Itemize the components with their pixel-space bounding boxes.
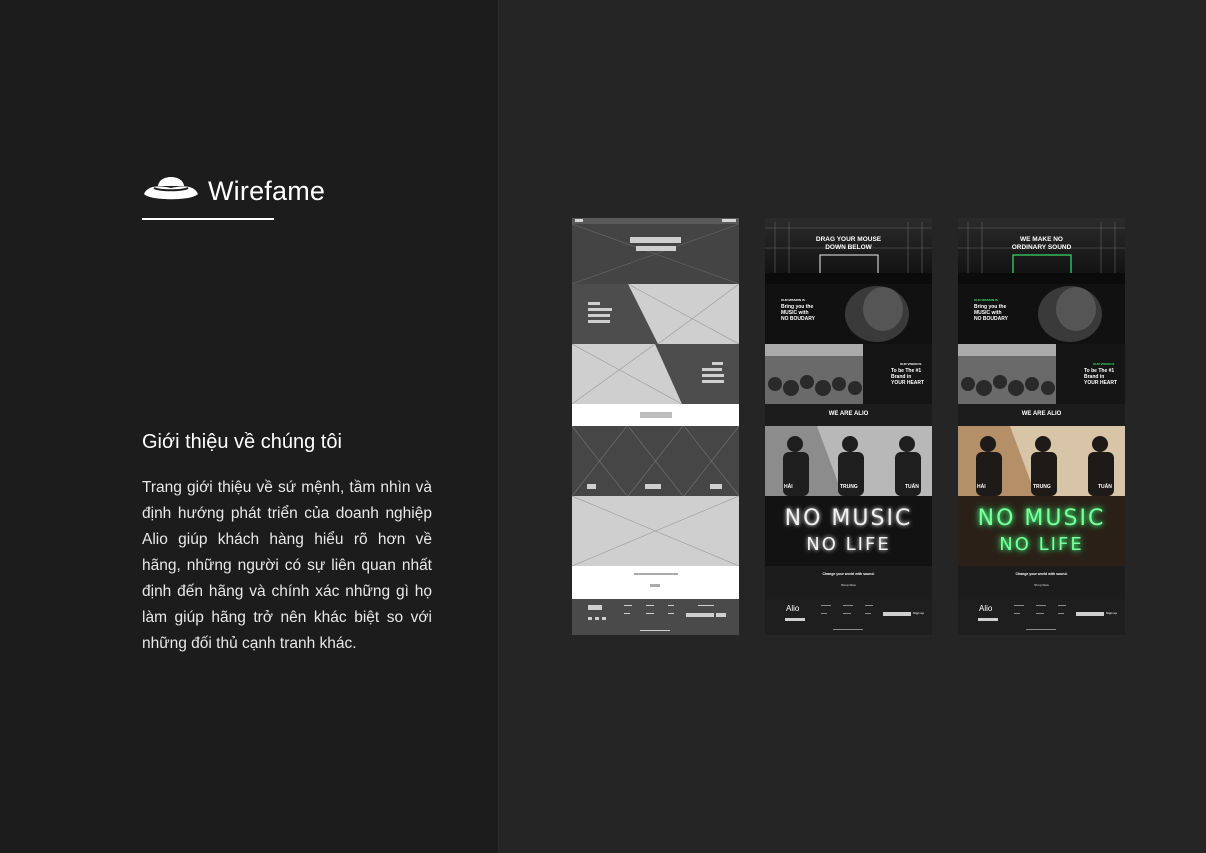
team-title-band: WE ARE ALIO [958, 404, 1125, 426]
mission-text: Bring you the MUSIC with NO BOUDARY [781, 304, 815, 322]
team-title: WE ARE ALIO [1021, 411, 1062, 417]
mockup-color: WE MAKE NO ORDINARY SOUND OUR MISSION IS… [958, 218, 1125, 635]
wireframe-hero [572, 224, 739, 284]
signup-button[interactable]: Sign up [1106, 611, 1117, 615]
member-name: TRUNG [840, 484, 858, 490]
vision-section: OUR VISION IS To be The #1 Brand in YOUR… [958, 344, 1125, 404]
hero-section: WE MAKE NO ORDINARY SOUND [958, 218, 1125, 284]
team-title-band: WE ARE ALIO [765, 404, 932, 426]
neon-banner: NO MUSIC NO LIFE [765, 496, 932, 566]
hero-section: DRAG YOUR MOUSE DOWN BELOW [765, 218, 932, 284]
title-underline [142, 218, 274, 220]
brand-logo [142, 168, 200, 208]
page-title: Wirefame [208, 176, 326, 206]
member-name: HẢI [977, 484, 986, 490]
section-heading: Giới thiệu về chúng tôi [142, 431, 342, 453]
wireframe-mockup [572, 218, 739, 635]
member-name: TUẤN [905, 484, 919, 490]
neon-banner: NO MUSIC NO LIFE [958, 496, 1125, 566]
mission-text: Bring you the MUSIC with NO BOUDARY [974, 304, 1008, 322]
hero-heading: WE MAKE NO ORDINARY SOUND [1011, 236, 1072, 251]
section-description: Trang giới thiệu về sứ mệnh, tầm nhìn và… [142, 479, 432, 652]
email-input[interactable] [883, 612, 911, 616]
member-name: TRUNG [1033, 484, 1051, 490]
ufo-icon [144, 177, 198, 200]
wireframe-section-vision [572, 344, 739, 404]
wireframe-cta [572, 566, 739, 599]
wireframe-logo [575, 219, 583, 222]
mission-section: OUR MISSION IS Bring you the MUSIC with … [958, 284, 1125, 344]
email-input[interactable] [1076, 612, 1104, 616]
team-title: WE ARE ALIO [828, 411, 869, 417]
team-section: HẢI TRUNG TUẤN [765, 426, 932, 496]
mockup-grayscale: DRAG YOUR MOUSE DOWN BELOW OUR MISSION I… [765, 218, 932, 635]
cta-section: Change your world with sound. Shop Now [765, 566, 932, 599]
wireframe-team [572, 426, 739, 496]
hero-heading: DRAG YOUR MOUSE DOWN BELOW [815, 236, 882, 251]
wireframe-banner [572, 496, 739, 566]
member-name: TUẤN [1098, 484, 1112, 490]
social-icons[interactable] [978, 618, 998, 621]
mission-section: OUR MISSION IS Bring you the MUSIC with … [765, 284, 932, 344]
left-panel: Wirefame Giới thiệu về chúng tôi Trang g… [0, 0, 498, 853]
cta-section: Change your world with sound. Shop Now [958, 566, 1125, 599]
vision-text: To be The #1 Brand in YOUR HEART [1084, 368, 1118, 386]
wireframe-team-title [572, 404, 739, 426]
wireframe-footer [572, 599, 739, 635]
team-section: HẢI TRUNG TUẤN [958, 426, 1125, 496]
signup-button[interactable]: Sign up [913, 611, 924, 615]
wireframe-section-mission [572, 284, 739, 344]
member-name: HẢI [784, 484, 793, 490]
social-icons[interactable] [785, 618, 805, 621]
footer-section: Alio Sign up [765, 599, 932, 635]
wireframe-nav-icons [722, 219, 736, 222]
footer-logo: Alio [979, 604, 993, 613]
footer-section: Alio Sign up [958, 599, 1125, 635]
vision-text: To be The #1 Brand in YOUR HEART [891, 368, 925, 386]
vision-section: OUR VISION IS To be The #1 Brand in YOUR… [765, 344, 932, 404]
footer-logo: Alio [786, 604, 800, 613]
